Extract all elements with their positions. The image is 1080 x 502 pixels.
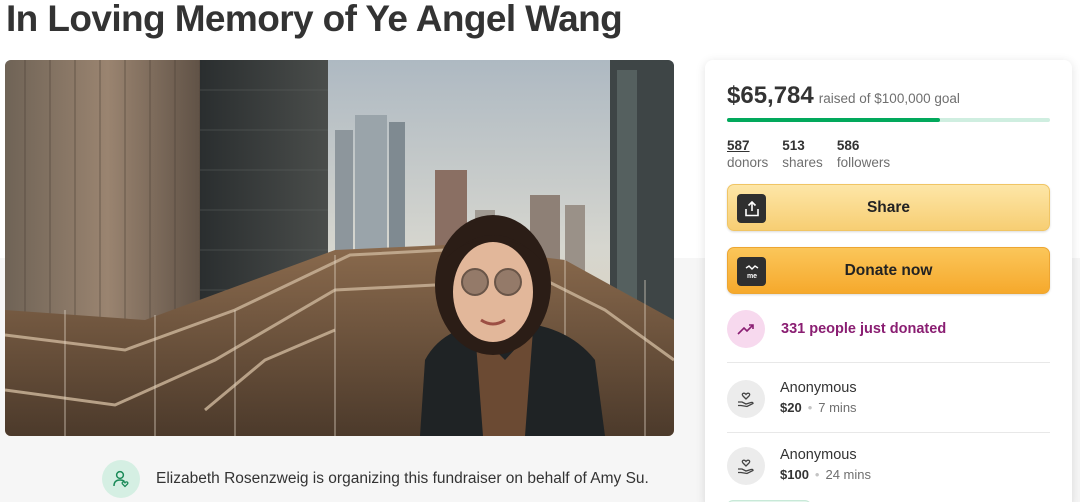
donor-meta: $100 • 24 mins (780, 465, 871, 485)
trending-up-icon (727, 310, 765, 348)
donate-now-label: Donate now (844, 261, 933, 279)
donor-name: Anonymous (780, 380, 857, 396)
donate-now-button[interactable]: me Donate now (727, 247, 1050, 294)
donation-card: $65,784 raised of $100,000 goal 587 dono… (705, 60, 1072, 502)
trend-text: 331 people just donated (781, 321, 947, 337)
progress-bar (727, 118, 1050, 122)
raised-amount: $65,784 (727, 82, 814, 109)
donor-info: Anonymous $100 • 24 mins (780, 445, 871, 485)
bullet-separator: • (807, 400, 813, 415)
stat-followers: 586 followers (837, 137, 890, 171)
donor-meta: $20 • 7 mins (780, 398, 857, 418)
stat-donors-label: donors (727, 155, 769, 170)
share-upload-icon (737, 194, 766, 223)
raised-goal-text: raised of $100,000 goal (818, 91, 960, 106)
stat-donors-value[interactable]: 587 (727, 137, 768, 154)
bullet-separator: • (814, 467, 820, 482)
donor-item: Anonymous $100 • 24 mins (727, 445, 871, 485)
stats-row: 587 donors 513 shares 586 followers (727, 137, 890, 171)
stat-donors[interactable]: 587 donors (727, 137, 768, 171)
raised-summary: $65,784 raised of $100,000 goal (727, 82, 960, 110)
stat-followers-value: 586 (836, 138, 860, 153)
recent-donations-trend: 331 people just donated (727, 310, 946, 348)
page-title: In Loving Memory of Ye Angel Wang (6, 0, 623, 39)
donor-amount: $100 (780, 467, 809, 482)
divider (727, 362, 1050, 363)
gofundme-logo-icon: me (737, 257, 766, 286)
user-heart-icon (102, 460, 140, 498)
stat-followers-label: followers (836, 155, 891, 170)
donor-hand-heart-icon (727, 447, 765, 485)
donor-info: Anonymous $20 • 7 mins (780, 378, 857, 418)
organizer-text: Elizabeth Rosenzweig is organizing this … (156, 470, 649, 487)
donor-name: Anonymous (780, 447, 857, 463)
donor-time: 7 mins (818, 400, 857, 415)
campaign-photo (5, 60, 674, 436)
share-button-label: Share (866, 198, 911, 216)
stat-shares-label: shares (782, 155, 823, 170)
donor-amount: $20 (780, 400, 802, 415)
organizer-line: Elizabeth Rosenzweig is organizing this … (102, 460, 649, 498)
stat-shares: 513 shares (782, 137, 823, 171)
donor-hand-heart-icon (727, 380, 765, 418)
svg-text:me: me (746, 273, 756, 280)
stat-shares-value: 513 (782, 138, 805, 153)
divider (727, 432, 1050, 433)
share-button[interactable]: Share (727, 184, 1050, 231)
donor-time: 24 mins (825, 467, 872, 482)
donor-item: Anonymous $20 • 7 mins (727, 378, 857, 418)
progress-fill (727, 118, 940, 122)
